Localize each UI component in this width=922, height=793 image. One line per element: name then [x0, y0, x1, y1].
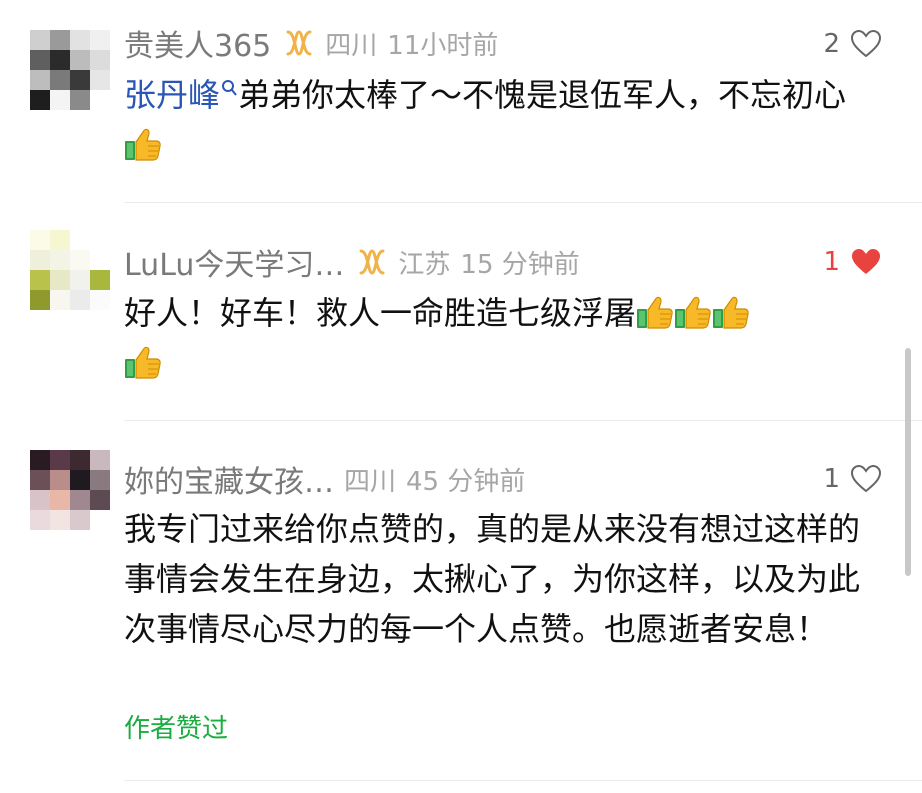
scrollbar[interactable]	[905, 348, 911, 576]
heart-outline-icon[interactable]	[850, 29, 882, 59]
username[interactable]: 妳的宝藏女孩…	[124, 457, 334, 501]
divider	[124, 420, 922, 421]
thumbs-up-icon	[636, 295, 674, 329]
location: 江苏	[398, 249, 451, 280]
avatar[interactable]	[30, 450, 110, 530]
search-icon	[222, 80, 237, 96]
comment-text: 张丹峰 弟弟你太棒了～不愧是退伍军人，不忘初心	[124, 70, 864, 170]
like-button[interactable]: 1	[823, 245, 882, 279]
divider	[124, 780, 922, 781]
like-count: 1	[823, 464, 840, 494]
avatar[interactable]	[30, 30, 110, 110]
location: 四川	[325, 30, 378, 61]
timestamp: 45 分钟前	[406, 466, 526, 497]
fan-badge-icon	[356, 248, 388, 276]
mention-link[interactable]: 张丹峰	[124, 76, 220, 114]
thumbs-up-icon	[124, 345, 162, 379]
comment-text: 好人！好车！救人一命胜造七级浮屠	[124, 288, 864, 388]
heart-filled-icon[interactable]	[850, 247, 882, 277]
divider	[124, 202, 922, 203]
thumbs-up-icon	[712, 295, 750, 329]
username[interactable]: 贵美人365	[124, 21, 271, 65]
timestamp: 15 分钟前	[460, 249, 580, 280]
like-count: 1	[823, 247, 840, 277]
author-liked-label: 作者赞过	[124, 714, 229, 744]
comment-body: 好人！好车！救人一命胜造七级浮屠	[124, 294, 637, 332]
comment-body: 弟弟你太棒了～不愧是退伍军人，不忘初心	[238, 76, 847, 114]
location: 四川	[344, 466, 397, 497]
comment-header: LuLu今天学习… 江苏 15 分钟前	[124, 245, 580, 283]
comment-text: 我专门过来给你点赞的，真的是从来没有想过这样的事情会发生在身边，太揪心了，为你这…	[124, 504, 864, 654]
thumbs-up-icon	[124, 127, 162, 161]
comment-header: 贵美人365 四川 11小时前	[124, 26, 499, 64]
comment-header: 妳的宝藏女孩… 四川 45 分钟前	[124, 462, 526, 500]
timestamp: 11小时前	[387, 30, 499, 61]
thumbs-up-icon	[674, 295, 712, 329]
heart-outline-icon[interactable]	[850, 464, 882, 494]
like-count: 2	[823, 29, 840, 59]
avatar[interactable]	[30, 230, 110, 310]
fan-badge-icon	[283, 29, 315, 57]
like-button[interactable]: 1	[823, 462, 882, 496]
username[interactable]: LuLu今天学习…	[124, 240, 344, 284]
comment-body: 我专门过来给你点赞的，真的是从来没有想过这样的事情会发生在身边，太揪心了，为你这…	[124, 510, 861, 648]
like-button[interactable]: 2	[823, 27, 882, 61]
